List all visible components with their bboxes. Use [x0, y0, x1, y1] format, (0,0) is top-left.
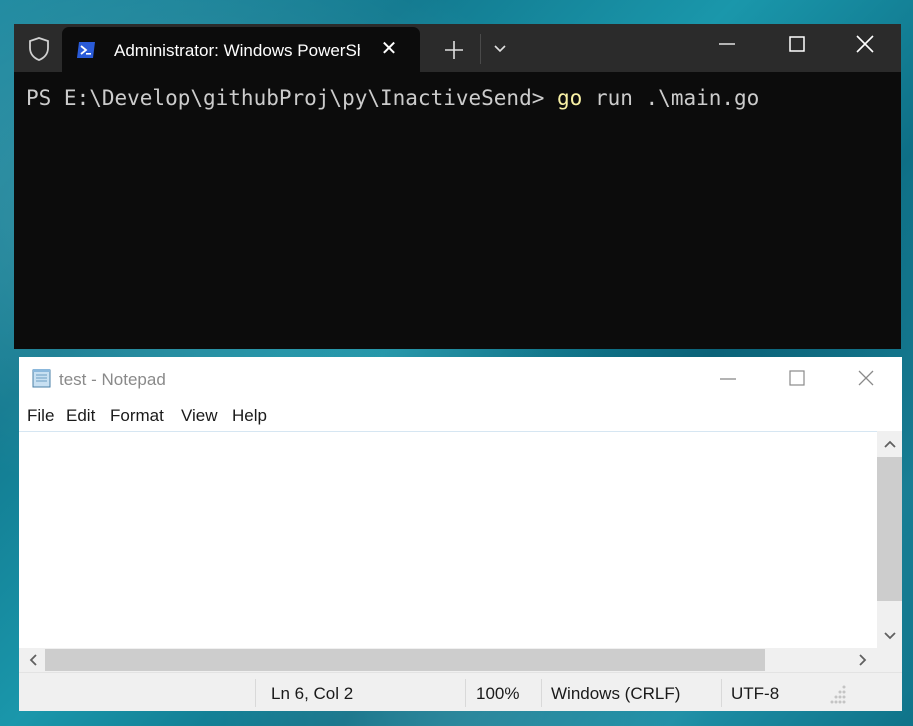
encoding: UTF-8 — [731, 684, 780, 703]
notepad-icon — [31, 367, 53, 389]
minimize-icon[interactable] — [709, 361, 755, 393]
chevron-up-icon[interactable] — [877, 433, 902, 455]
chevron-down-icon[interactable] — [490, 38, 510, 58]
resize-grip-icon[interactable] — [814, 681, 854, 707]
close-icon[interactable] — [845, 361, 891, 393]
chevron-down-icon[interactable] — [877, 625, 902, 647]
minimize-icon[interactable] — [704, 32, 750, 64]
menu-help[interactable]: Help — [232, 406, 267, 426]
menu-file[interactable]: File — [27, 406, 54, 426]
menu-bar: File Edit Format View Help — [19, 403, 902, 431]
status-bar: Ln 6, Col 2 100% Windows (CRLF) UTF-8 — [19, 672, 902, 711]
maximize-icon[interactable] — [779, 361, 825, 393]
plus-icon[interactable] — [440, 36, 468, 64]
window-title: test - Notepad — [59, 370, 166, 389]
shield-icon — [24, 34, 54, 64]
tab-separator — [480, 34, 481, 64]
line-ending: Windows (CRLF) — [551, 684, 681, 703]
text-editor[interactable] — [19, 431, 877, 649]
status-divider — [541, 679, 542, 707]
terminal-output[interactable]: PS E:\Develop\githubProj\py\InactiveSend… — [26, 86, 759, 110]
zoom-level: 100% — [476, 684, 520, 703]
maximize-icon[interactable] — [774, 32, 820, 64]
vertical-scroll-thumb[interactable] — [877, 457, 902, 601]
prompt-text: PS E:\Develop\githubProj\py\InactiveSend… — [26, 86, 558, 110]
tab-title: Administrator: Windows PowerShell — [114, 41, 360, 60]
status-divider — [255, 679, 256, 707]
notepad-titlebar[interactable]: test - Notepad — [19, 357, 902, 401]
menu-edit[interactable]: Edit — [66, 406, 95, 426]
cursor-position: Ln 6, Col 2 — [271, 684, 354, 703]
menu-view[interactable]: View — [181, 406, 218, 426]
command-text: go — [557, 86, 583, 110]
command-args: run .\main.go — [582, 86, 760, 110]
chevron-left-icon[interactable] — [21, 649, 45, 671]
powershell-icon — [76, 40, 96, 60]
chevron-right-icon[interactable] — [851, 649, 875, 671]
horizontal-scroll-thumb[interactable] — [45, 649, 765, 671]
close-icon[interactable] — [842, 32, 888, 64]
status-divider — [465, 679, 466, 707]
menu-format[interactable]: Format — [110, 406, 164, 426]
notepad-window: test - Notepad File Edit Format View Hel… — [19, 357, 902, 711]
terminal-titlebar[interactable]: Administrator: Windows PowerShell ✕ — [14, 24, 901, 72]
scrollbar-corner — [877, 648, 902, 672]
tab-powershell[interactable]: Administrator: Windows PowerShell ✕ — [62, 27, 420, 72]
close-icon[interactable]: ✕ — [378, 38, 400, 60]
status-divider — [721, 679, 722, 707]
terminal-window: Administrator: Windows PowerShell ✕ PS E… — [14, 24, 901, 349]
